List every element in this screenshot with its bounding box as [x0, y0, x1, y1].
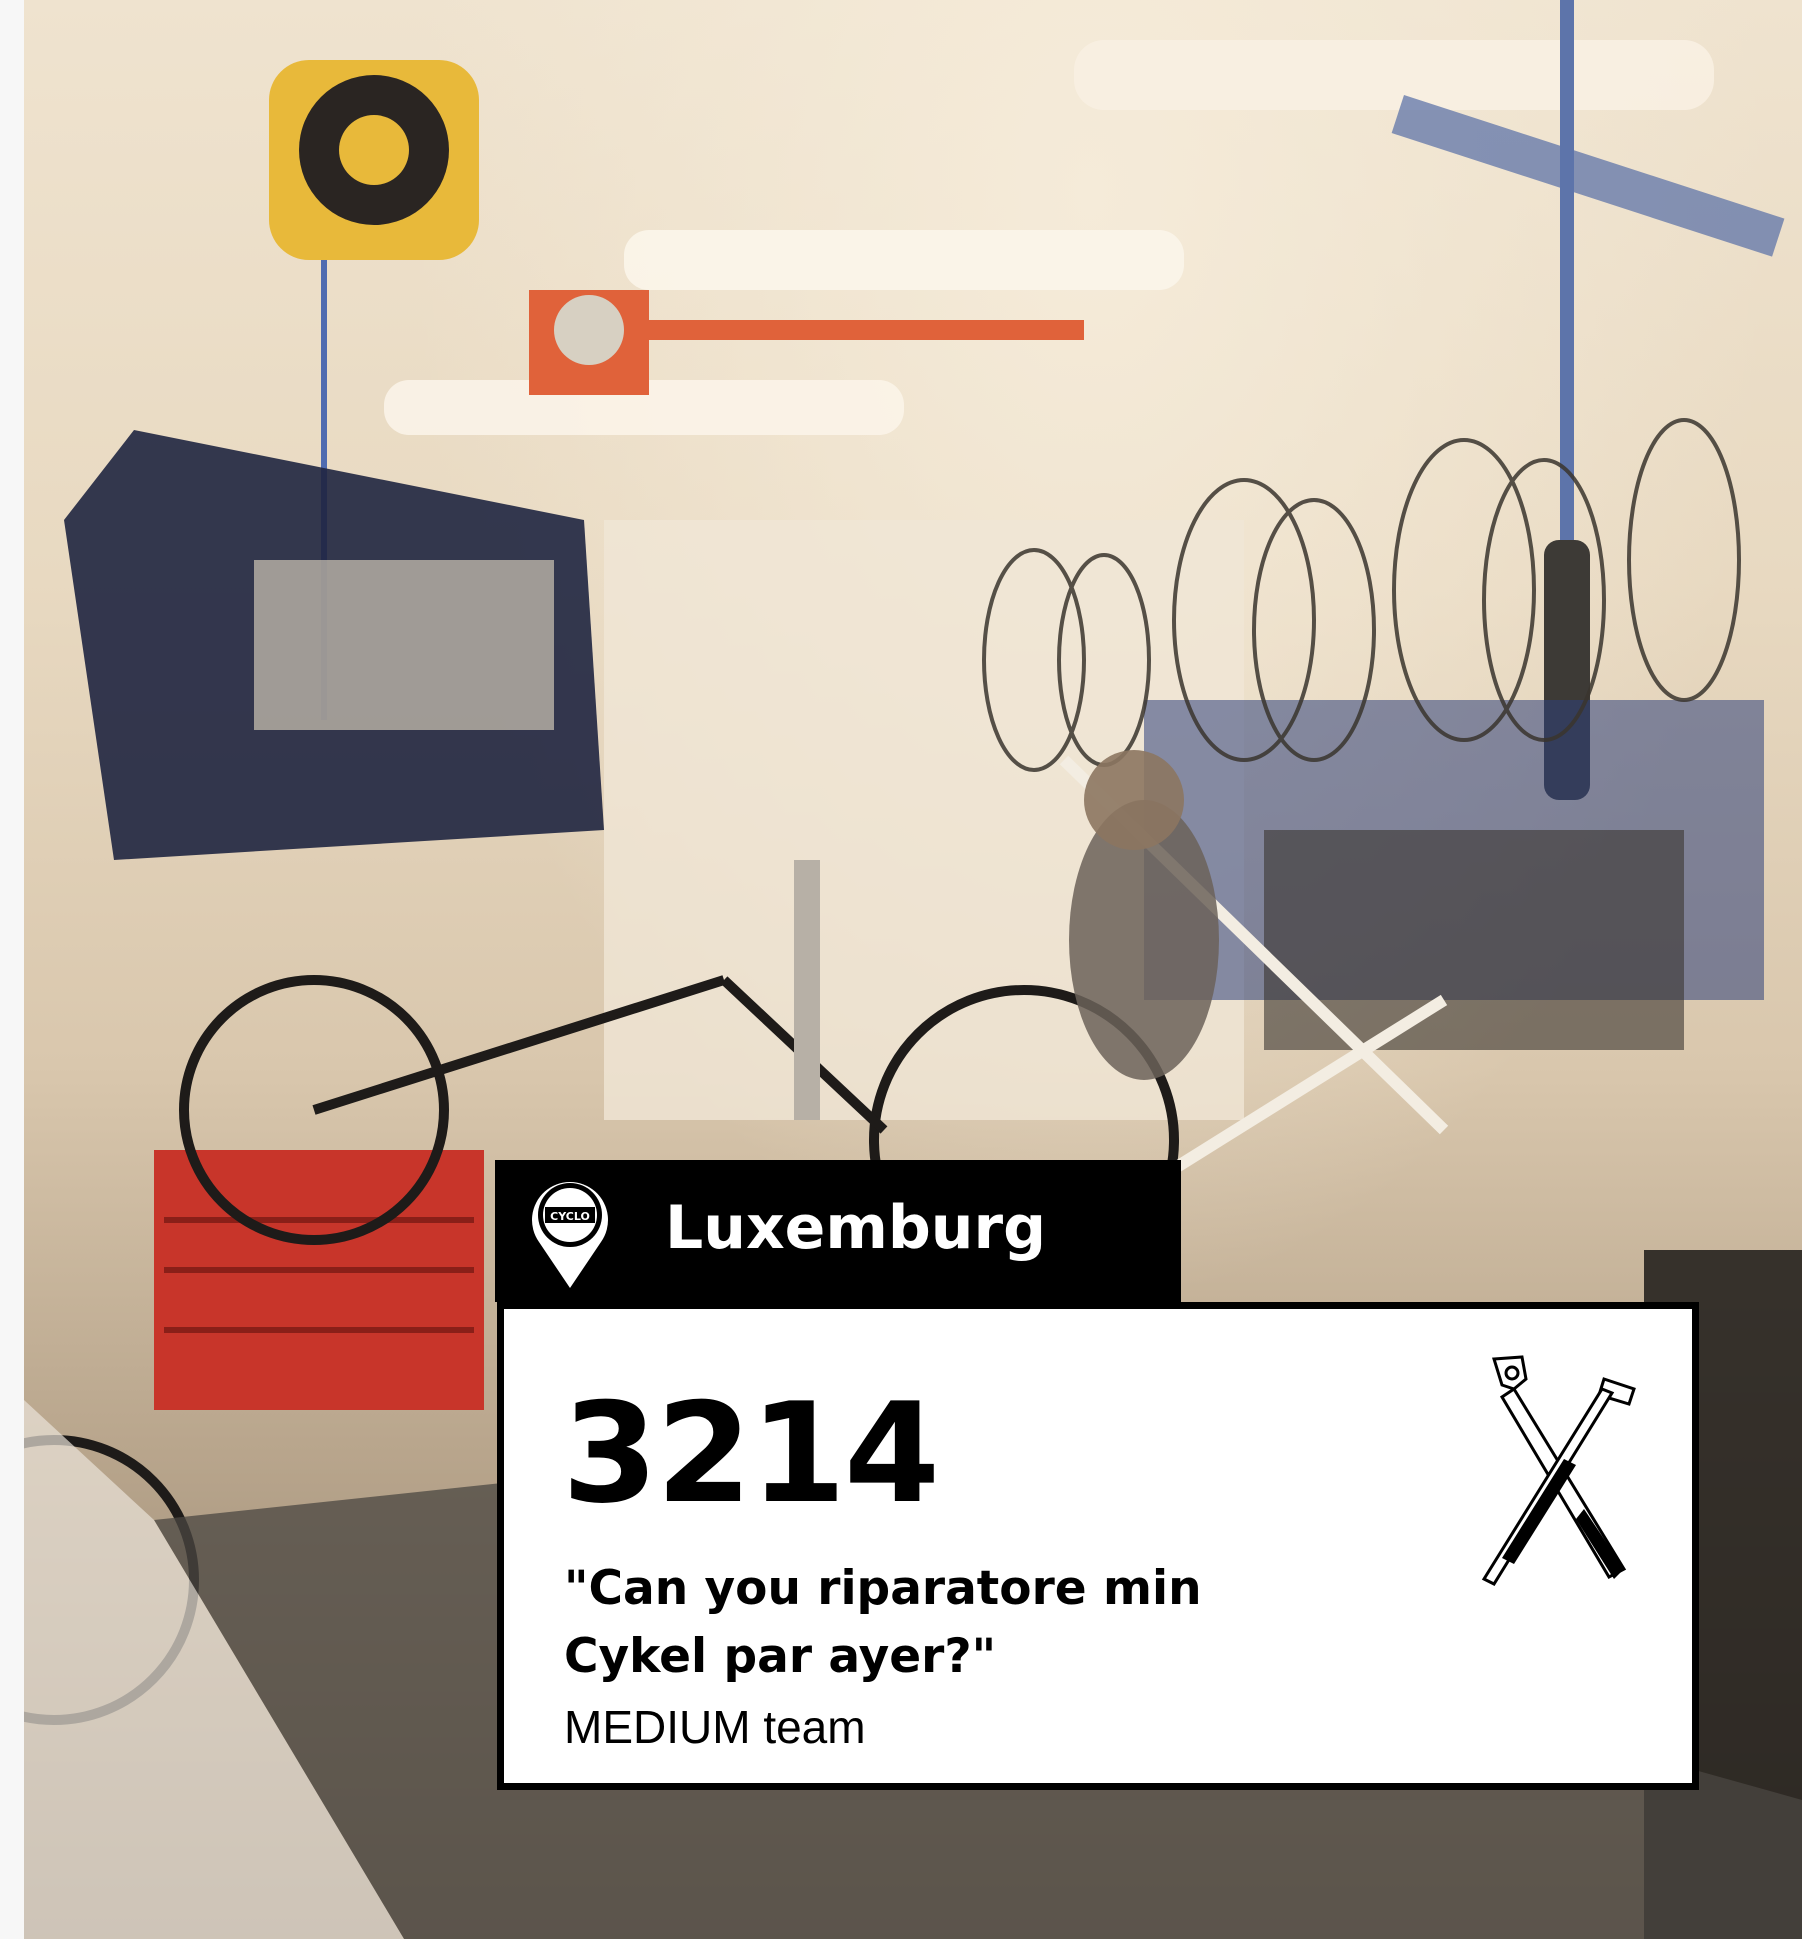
location-label: CYCLO Luxemburg [495, 1160, 1181, 1302]
map-pin-icon: CYCLO [532, 1182, 608, 1288]
card-number: 3214 [562, 1373, 940, 1534]
pin-logo-text: CYCLO [550, 1210, 590, 1223]
team-size: MEDIUM team [564, 1701, 866, 1753]
quote-line-1: "Can you riparatore min [564, 1561, 1202, 1616]
left-border [0, 0, 26, 1939]
quote-line-2: Cykel par ayer?" [564, 1629, 997, 1684]
crossed-wrench-tools-icon [1481, 1355, 1636, 1586]
city-name: Luxemburg [665, 1193, 1047, 1263]
info-card: 3214 "Can you riparatore min Cykel par a… [497, 1302, 1699, 1790]
